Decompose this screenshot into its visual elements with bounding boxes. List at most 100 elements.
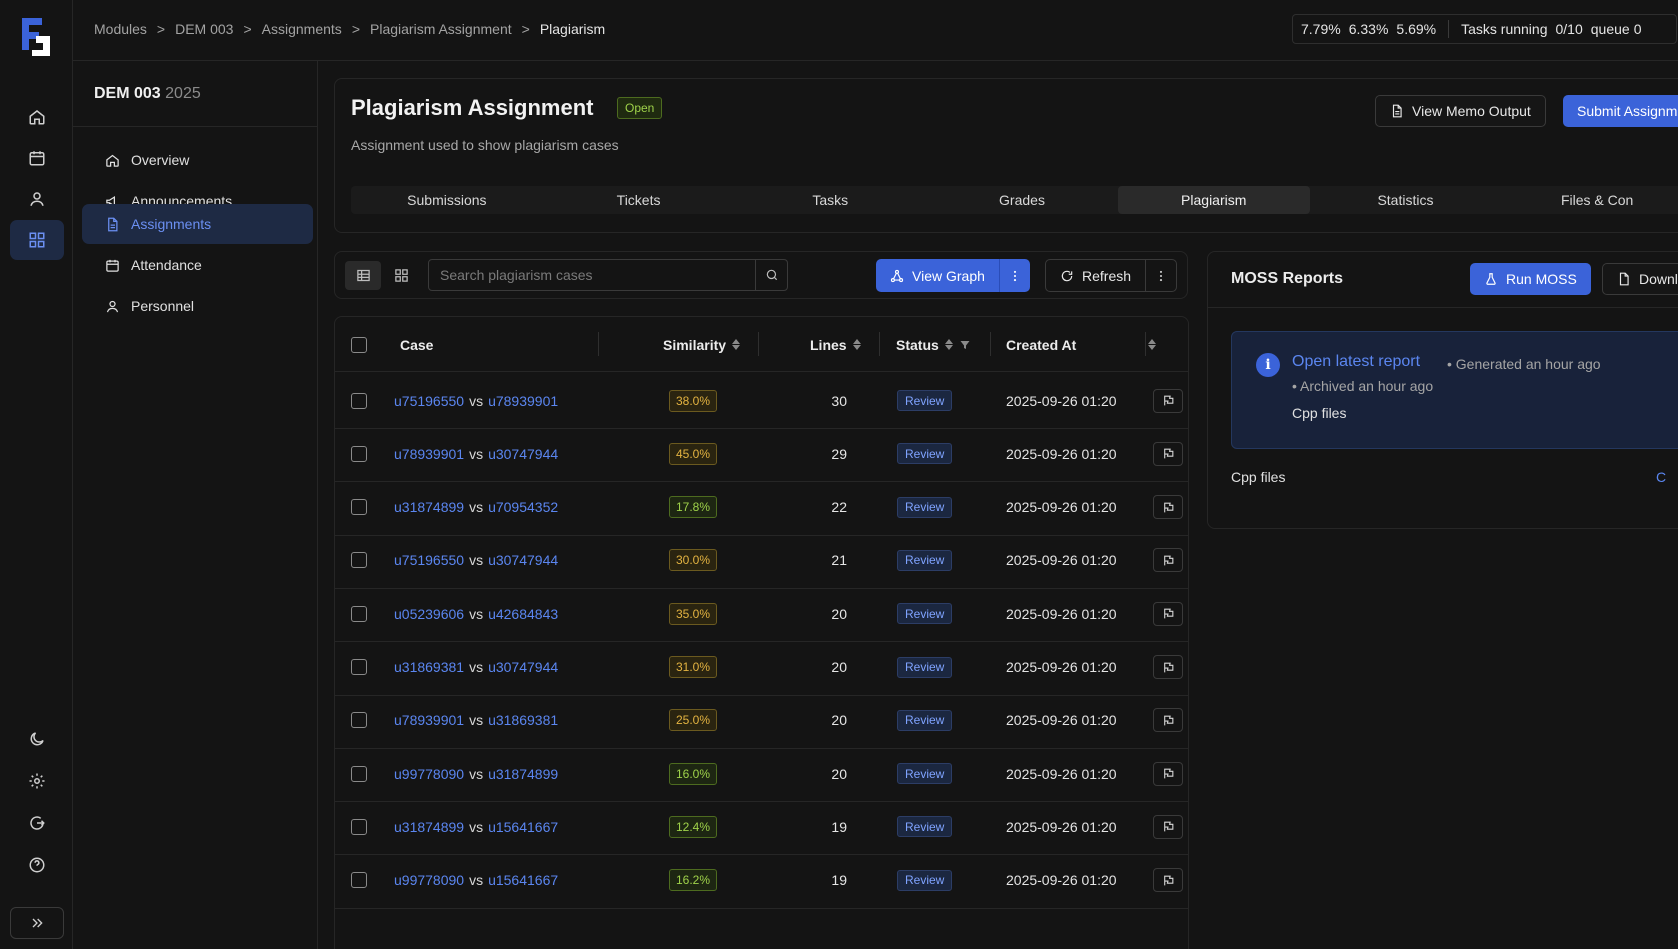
breadcrumb-assignments[interactable]: Assignments — [262, 21, 342, 37]
student-b-link[interactable]: u15641667 — [488, 819, 558, 835]
row-checkbox[interactable] — [351, 585, 367, 642]
flag-icon[interactable] — [1153, 388, 1183, 413]
row-checkbox[interactable] — [351, 372, 367, 429]
table-view-icon[interactable] — [345, 261, 381, 290]
table-row[interactable]: u99778090 vs u15641667 16.2% 19 Review 2025-09… — [335, 852, 1188, 909]
calendar-icon[interactable] — [10, 138, 64, 178]
search-input[interactable] — [429, 260, 755, 290]
column-status[interactable]: Status — [896, 317, 971, 372]
student-a-link[interactable]: u99778090 — [394, 766, 464, 782]
search-icon[interactable] — [755, 260, 787, 290]
gear-icon[interactable] — [10, 761, 64, 801]
flag-icon[interactable] — [1153, 601, 1183, 626]
flag-icon[interactable] — [1153, 441, 1183, 466]
download-button[interactable]: Downl — [1602, 263, 1678, 295]
user-icon[interactable] — [10, 179, 64, 219]
flag-icon[interactable] — [1153, 814, 1183, 839]
student-a-link[interactable]: u75196550 — [394, 393, 464, 409]
table-row[interactable]: u05239606 vs u42684843 35.0% 20 Review 2025-09… — [335, 585, 1188, 643]
student-a-link[interactable]: u05239606 — [394, 606, 464, 622]
column-created-at[interactable]: Created At — [1006, 317, 1157, 372]
row-checkbox[interactable] — [351, 479, 367, 536]
sidebar-item-attendance[interactable]: Attendance — [82, 245, 313, 285]
tab-submissions[interactable]: Submissions — [351, 186, 543, 214]
column-similarity[interactable]: Similarity — [663, 317, 741, 372]
row-checkbox[interactable] — [351, 798, 367, 855]
app-logo[interactable] — [20, 16, 54, 58]
flag-icon[interactable] — [1153, 548, 1183, 573]
flag-icon[interactable] — [1153, 868, 1183, 893]
view-graph-button[interactable]: View Graph — [876, 259, 999, 292]
breadcrumb-assignment[interactable]: Plagiarism Assignment — [370, 21, 512, 37]
logout-icon[interactable] — [10, 803, 64, 843]
column-lines[interactable]: Lines — [810, 317, 861, 372]
grid-icon[interactable] — [10, 220, 64, 260]
sidebar-item-personnel[interactable]: Personnel — [82, 286, 313, 326]
column-case[interactable]: Case — [400, 317, 433, 372]
row-checkbox[interactable] — [351, 692, 367, 749]
student-b-link[interactable]: u30747944 — [488, 446, 558, 462]
open-latest-report-link[interactable]: Open latest report — [1292, 353, 1420, 371]
row-checkbox[interactable] — [351, 745, 367, 802]
sidebar-item-overview[interactable]: Overview — [82, 140, 313, 180]
refresh-button[interactable]: Refresh — [1046, 260, 1145, 291]
student-b-link[interactable]: u31869381 — [488, 712, 558, 728]
chevrons-right-icon — [32, 918, 43, 928]
student-a-link[interactable]: u78939901 — [394, 712, 464, 728]
student-a-link[interactable]: u75196550 — [394, 552, 464, 568]
expand-sidebar-button[interactable] — [10, 907, 64, 939]
student-b-link[interactable]: u42684843 — [488, 606, 558, 622]
student-a-link[interactable]: u31874899 — [394, 499, 464, 515]
moss-files-action[interactable]: C — [1656, 469, 1666, 485]
flag-icon[interactable] — [1153, 655, 1183, 679]
similarity-cell: 25.0% — [657, 692, 729, 749]
row-checkbox[interactable] — [351, 639, 367, 696]
table-row[interactable]: u31874899 vs u70954352 17.8% 22 Review 2025-09… — [335, 479, 1188, 536]
tab-tasks[interactable]: Tasks — [734, 186, 926, 214]
row-checkbox[interactable] — [351, 852, 367, 909]
student-b-link[interactable]: u70954352 — [488, 499, 558, 515]
created-at-cell: 2025-09-26 01:20 — [1006, 765, 1117, 782]
more-options-icon[interactable] — [998, 259, 1030, 292]
student-a-link[interactable]: u99778090 — [394, 872, 464, 888]
sidebar-item-assignments[interactable]: Assignments — [82, 204, 313, 244]
submit-assignment-button[interactable]: Submit Assignm — [1563, 95, 1678, 127]
flag-icon[interactable] — [1153, 495, 1183, 520]
table-row[interactable]: u31874899 vs u15641667 12.4% 19 Review 2025-09… — [335, 798, 1188, 856]
sort-icon — [944, 339, 953, 350]
view-memo-output-button[interactable]: View Memo Output — [1375, 95, 1546, 127]
flag-icon[interactable] — [1153, 761, 1183, 786]
table-row[interactable]: u78939901 vs u30747944 45.0% 29 Review 2025-09… — [335, 425, 1188, 483]
breadcrumb-modules[interactable]: Modules — [94, 21, 147, 37]
table-row[interactable]: u75196550 vs u78939901 38.0% 30 Review 2025-09… — [335, 372, 1188, 429]
table-row[interactable]: u78939901 vs u31869381 25.0% 20 Review 2025-09… — [335, 692, 1188, 749]
table-row[interactable]: u75196550 vs u30747944 30.0% 21 Review 2025-09… — [335, 532, 1188, 589]
tab-plagiarism[interactable]: Plagiarism — [1117, 186, 1310, 214]
tab-tickets[interactable]: Tickets — [543, 186, 735, 214]
tab-statistics[interactable]: Statistics — [1310, 186, 1502, 214]
home-icon[interactable] — [10, 97, 64, 137]
breadcrumb-module[interactable]: DEM 003 — [175, 21, 233, 37]
student-a-link[interactable]: u31869381 — [394, 659, 464, 675]
select-all-checkbox[interactable] — [351, 317, 367, 372]
more-options-icon[interactable] — [1145, 260, 1176, 291]
grid-view-icon[interactable] — [383, 261, 419, 290]
table-row[interactable]: u99778090 vs u31874899 16.0% 20 Review 2025-09… — [335, 745, 1188, 803]
help-icon[interactable] — [10, 845, 64, 885]
tab-files[interactable]: Files & Con — [1501, 186, 1678, 214]
student-b-link[interactable]: u30747944 — [488, 659, 558, 675]
student-b-link[interactable]: u30747944 — [488, 552, 558, 568]
flag-icon[interactable] — [1153, 708, 1183, 733]
student-b-link[interactable]: u15641667 — [488, 872, 558, 888]
student-b-link[interactable]: u31874899 — [488, 766, 558, 782]
tab-grades[interactable]: Grades — [926, 186, 1118, 214]
run-moss-button[interactable]: Run MOSS — [1470, 263, 1591, 295]
row-checkbox[interactable] — [351, 425, 367, 482]
student-b-link[interactable]: u78939901 — [488, 393, 558, 409]
moon-icon[interactable] — [10, 719, 64, 759]
student-a-link[interactable]: u78939901 — [394, 446, 464, 462]
filter-icon[interactable] — [959, 339, 971, 351]
table-row[interactable]: u31869381 vs u30747944 31.0% 20 Review 2025-09… — [335, 639, 1188, 696]
row-checkbox[interactable] — [351, 532, 367, 589]
student-a-link[interactable]: u31874899 — [394, 819, 464, 835]
